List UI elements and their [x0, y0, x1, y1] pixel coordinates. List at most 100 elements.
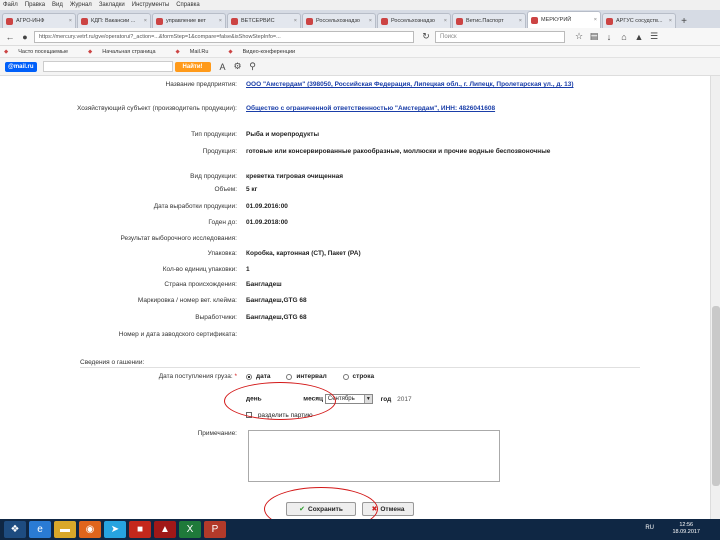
telegram-icon[interactable]: ➤	[104, 521, 126, 538]
menu-item[interactable]: Правка	[25, 2, 45, 8]
translate-icon[interactable]: A	[217, 61, 229, 73]
arrival-date-label: Дата поступления груза:	[158, 373, 233, 380]
page-content: Название предприятия: ООО "Амстердам" (39…	[0, 76, 710, 519]
cancel-icon: ✖	[371, 506, 378, 513]
arrival-date-row: Дата поступления груза: * дата интервал …	[40, 373, 660, 382]
browser-tab[interactable]: Россельхознадзо ×	[302, 13, 376, 28]
close-icon[interactable]: ×	[219, 18, 222, 24]
browser-tab[interactable]: АРГУС сосудств... ×	[602, 13, 676, 28]
lock-icon: ●	[22, 31, 28, 42]
field-label: Выработчики:	[195, 314, 237, 321]
browser-tab[interactable]: МЕРКУРИЙ ×	[527, 11, 601, 28]
bookmark-item[interactable]: ◆ Часто посещаемые	[4, 49, 78, 55]
clock[interactable]: 12:56 18.09.2017	[672, 522, 700, 536]
download-icon[interactable]: ↓	[603, 31, 615, 43]
mailru-search-input[interactable]	[42, 61, 173, 72]
field-value[interactable]: Общество с ограниченной ответственностью…	[243, 105, 660, 112]
split-checkbox[interactable]	[246, 412, 252, 419]
month-select[interactable]: Сентябрь ▼	[324, 394, 373, 404]
section-divider	[80, 367, 640, 368]
close-icon[interactable]: ×	[294, 18, 297, 24]
close-icon[interactable]: ×	[444, 18, 447, 24]
year-input[interactable]: 2017	[397, 396, 411, 403]
note-textarea[interactable]	[248, 430, 500, 482]
cancel-button[interactable]: ✖ Отмена	[362, 502, 414, 516]
favicon-icon	[156, 17, 163, 25]
menu-item[interactable]: Справка	[176, 2, 200, 8]
clock-time: 12:56	[679, 522, 694, 528]
language-indicator[interactable]: RU	[645, 525, 654, 531]
bookmark-item[interactable]: ◆ Mail.Ru	[176, 49, 219, 55]
field-row: Результат выборочного исследования:	[40, 235, 660, 242]
close-icon[interactable]: ×	[594, 17, 597, 23]
back-icon[interactable]: ←	[4, 31, 16, 43]
radio-interval[interactable]: интервал	[286, 373, 327, 380]
field-value: Бангладеш,GTG 68	[246, 297, 307, 304]
page-scrollbar[interactable]	[710, 76, 720, 519]
field-label: Упаковка:	[207, 250, 237, 257]
shield-icon[interactable]: ▲	[633, 31, 645, 43]
reload-icon[interactable]: ↻	[420, 31, 432, 43]
zoom-icon[interactable]: ⚲	[247, 61, 259, 73]
menu-item[interactable]: Закладки	[99, 2, 125, 8]
settings-icon[interactable]: ⚙	[232, 61, 244, 73]
star-icon[interactable]: ☆	[573, 31, 585, 43]
menu-bar: Файл Правка Вид Журнал Закладки Инструменты Сп…	[0, 0, 720, 10]
browser-tab[interactable]: Россельхознадзо ×	[377, 13, 451, 28]
menu-item[interactable]: Инструменты	[132, 2, 169, 8]
browser-tab[interactable]: управление вет ×	[152, 13, 226, 28]
day-label: день	[246, 395, 262, 403]
pdf-icon[interactable]: ■	[129, 521, 151, 538]
browser-tab[interactable]: КДП: Вакансии ... ×	[77, 13, 151, 28]
field-row: Продукция: готовые или консервированные р…	[40, 148, 660, 155]
start-icon[interactable]: ❖	[4, 521, 26, 538]
close-icon[interactable]: ×	[519, 18, 522, 24]
radio-string[interactable]: строка	[342, 373, 374, 380]
menu-icon[interactable]: ☰	[648, 31, 660, 43]
menu-item[interactable]: Файл	[3, 2, 18, 8]
field-value[interactable]: ООО "Амстердам" (398050, Российская Феде…	[243, 81, 660, 88]
url-bar[interactable]: https://mercury.vetrf.ru/gve/operatorui?…	[34, 30, 414, 43]
clipboard-icon[interactable]: ▤	[588, 31, 600, 43]
mailru-find-button[interactable]: Найти!	[174, 61, 211, 72]
field-row: Упаковка: Коробка, картонная (СТ), Пакет …	[40, 250, 660, 257]
close-icon[interactable]: ×	[144, 18, 147, 24]
mailru-logo[interactable]: @mail.ru	[5, 61, 37, 72]
bookmark-item[interactable]: ◆ Видео-конференции	[228, 49, 305, 55]
home-icon[interactable]: ⌂	[618, 31, 630, 43]
menu-item[interactable]: Вид	[52, 2, 63, 8]
browser-tab[interactable]: ВЕТСЕРВИС ×	[227, 13, 301, 28]
close-icon[interactable]: ×	[369, 18, 372, 24]
field-label: Номер и дата заводского сертификата:	[118, 331, 237, 338]
field-label: Вид продукции:	[190, 173, 237, 180]
firefox-icon[interactable]: ◉	[79, 521, 101, 538]
favicon-icon	[6, 17, 13, 25]
favicon-icon	[381, 17, 388, 25]
field-label: Название предприятия:	[165, 81, 237, 88]
excel-icon[interactable]: X	[179, 521, 201, 538]
field-row: Хозяйствующий субъект (производитель про…	[40, 105, 660, 112]
new-tab-icon[interactable]: +	[677, 14, 691, 28]
favicon-icon	[606, 17, 613, 25]
menu-item[interactable]: Журнал	[70, 2, 92, 8]
app-icon[interactable]: ▲	[154, 521, 176, 538]
folder-icon[interactable]: ▬	[54, 521, 76, 538]
close-icon[interactable]: ×	[69, 18, 72, 24]
powerpoint-icon[interactable]: P	[204, 521, 226, 538]
close-icon[interactable]: ×	[669, 18, 672, 24]
field-row: Кол-во единиц упаковки: 1	[40, 266, 660, 273]
field-row: Название предприятия: ООО "Амстердам" (39…	[40, 81, 660, 88]
radio-date[interactable]: дата	[246, 373, 271, 380]
scroll-thumb[interactable]	[712, 306, 720, 486]
ie-icon[interactable]: e	[29, 521, 51, 538]
field-label: Маркировка / номер вет. клейма:	[137, 297, 237, 304]
browser-tab[interactable]: Ветис.Паспорт ×	[452, 13, 526, 28]
save-button[interactable]: ✔ Сохранить	[286, 502, 356, 516]
field-value: 01.09.2016:00	[246, 203, 288, 210]
bookmark-item[interactable]: ◆ Начальная страница	[88, 49, 165, 55]
field-row: Вид продукции: креветка тигровая очищенна…	[40, 173, 660, 180]
search-input[interactable]: Поиск	[435, 30, 565, 43]
bookmark-icon: ◆	[88, 48, 93, 55]
browser-tab[interactable]: АГРО-ИНФ ×	[2, 13, 76, 28]
check-icon: ✔	[299, 506, 306, 513]
